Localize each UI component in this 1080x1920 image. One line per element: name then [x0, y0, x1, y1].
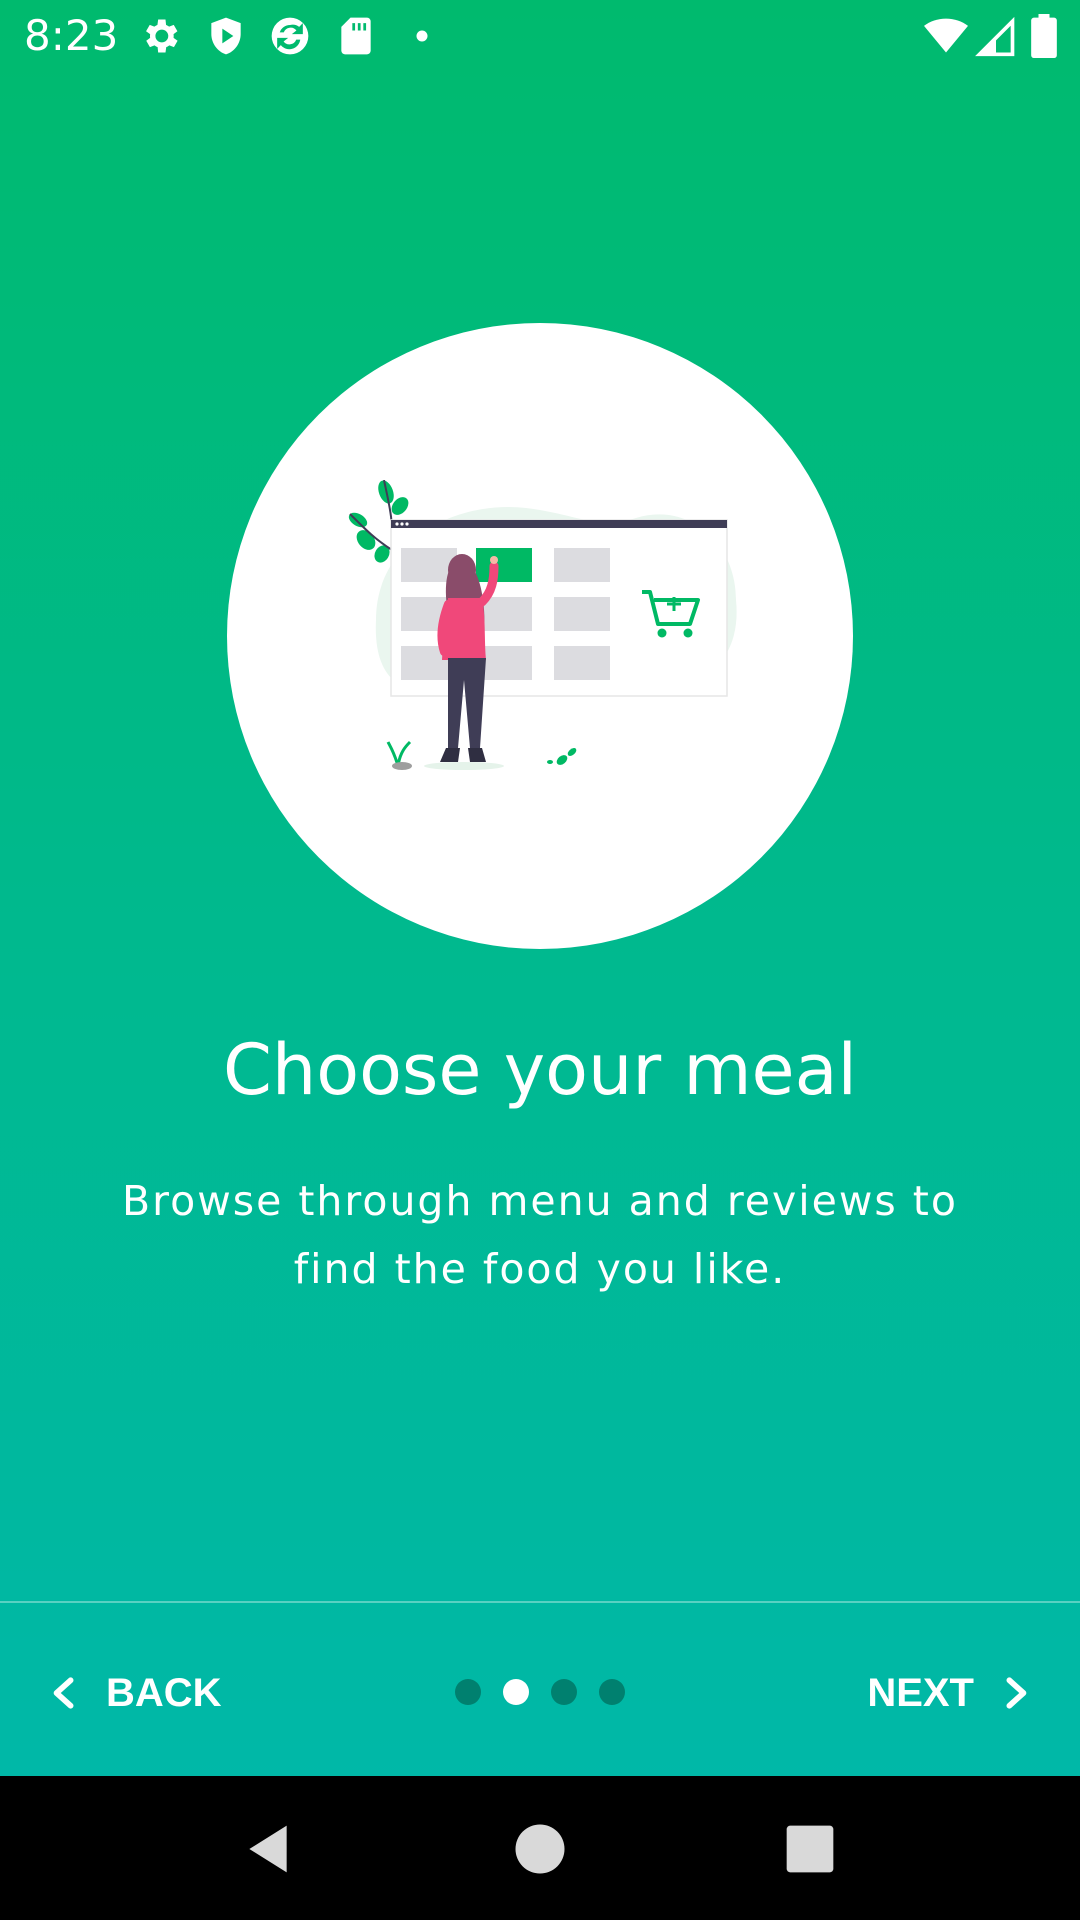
page-dot-3[interactable]: [551, 1679, 577, 1705]
home-circle-icon[interactable]: [512, 1821, 568, 1877]
system-navigation-bar: [0, 1776, 1080, 1920]
page-dot-1[interactable]: [455, 1679, 481, 1705]
cell-signal-icon: [974, 14, 1018, 58]
page-dot-2[interactable]: [503, 1679, 529, 1705]
back-triangle-icon[interactable]: [240, 1821, 296, 1877]
onboarding-bottom-bar: BACK NEXT: [0, 1603, 1080, 1776]
wifi-icon: [922, 14, 970, 58]
page-description: Browse through menu and reviews to find …: [122, 1177, 958, 1293]
recents-square-icon[interactable]: [782, 1821, 838, 1877]
sync-app-icon: [268, 14, 312, 58]
onboarding-illustration: [336, 480, 756, 790]
page-title: Choose your meal: [223, 1029, 857, 1111]
status-bar: 8:23: [0, 0, 1080, 72]
notification-dot-icon: [400, 14, 444, 58]
settings-gear-icon: [138, 14, 182, 58]
page-indicator: [455, 1679, 625, 1705]
back-button-label: BACK: [106, 1670, 222, 1715]
status-time: 8:23: [24, 11, 119, 60]
chevron-left-icon: [48, 1676, 106, 1710]
next-button[interactable]: NEXT: [867, 1663, 1032, 1723]
shield-play-icon: [204, 14, 248, 58]
back-button[interactable]: BACK: [48, 1663, 222, 1723]
onboarding-screen: 8:23 Choose your meal Browse through men…: [0, 0, 1080, 1920]
battery-icon: [1030, 14, 1058, 58]
page-dot-4[interactable]: [599, 1679, 625, 1705]
chevron-right-icon: [974, 1676, 1032, 1710]
next-button-label: NEXT: [867, 1670, 974, 1715]
sd-card-icon: [334, 14, 378, 58]
